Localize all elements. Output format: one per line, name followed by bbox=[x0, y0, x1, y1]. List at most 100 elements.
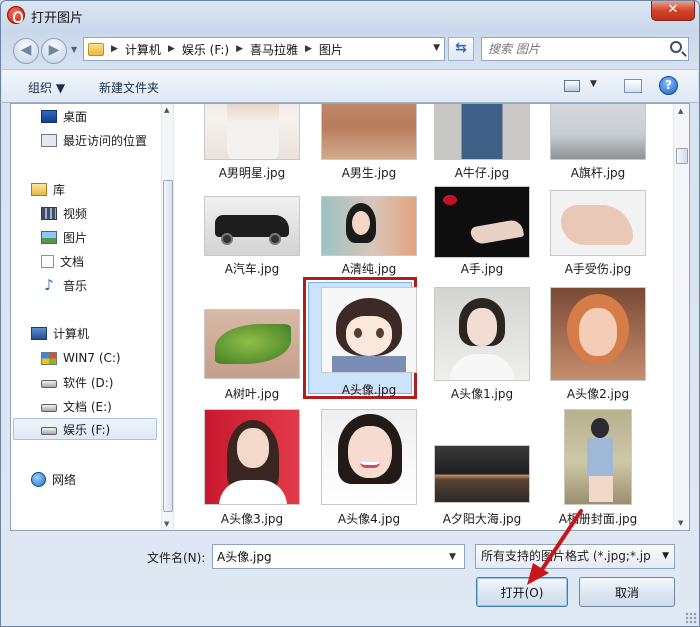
preview-pane-icon[interactable] bbox=[624, 79, 642, 93]
cancel-button[interactable]: 取消 bbox=[579, 577, 675, 607]
help-icon[interactable]: ? bbox=[659, 76, 678, 95]
image-thumbnail bbox=[564, 409, 632, 505]
close-button[interactable]: ✕ bbox=[651, 1, 695, 21]
organize-menu[interactable]: 组织 ▼ bbox=[28, 79, 65, 96]
scroll-down-icon[interactable]: ▼ bbox=[164, 520, 169, 528]
file-name: A牛仔.jpg bbox=[454, 166, 510, 180]
image-thumbnail bbox=[204, 409, 300, 505]
file-name: A清纯.jpg bbox=[341, 262, 397, 276]
desktop-icon bbox=[41, 109, 57, 123]
image-thumbnail bbox=[434, 287, 530, 381]
breadcrumb-himalaya[interactable]: 喜马拉雅 bbox=[250, 41, 298, 58]
nav-item-label: 娱乐 (F:) bbox=[63, 422, 111, 437]
nav-item-label: 图片 bbox=[63, 230, 88, 245]
chevron-right-icon[interactable]: ▶ bbox=[168, 44, 175, 54]
scroll-up-icon[interactable]: ▲ bbox=[164, 106, 169, 114]
command-toolbar: 组织 ▼ 新建文件夹 ▼ ? bbox=[2, 69, 698, 103]
title-bar[interactable]: 打开图片 ✕ bbox=[1, 1, 699, 31]
search-box[interactable] bbox=[481, 37, 689, 61]
drive-icon bbox=[41, 380, 57, 388]
file-name: A头像4.jpg bbox=[337, 512, 401, 526]
scrollbar-thumb[interactable] bbox=[163, 180, 173, 512]
chevron-right-icon[interactable]: ▶ bbox=[305, 44, 312, 54]
nav-item-label: 桌面 bbox=[63, 109, 88, 124]
navigation-scrollbar[interactable]: ▲ ▼ bbox=[161, 104, 173, 530]
file-name: A头像3.jpg bbox=[220, 512, 284, 526]
pictures-icon bbox=[41, 230, 57, 244]
breadcrumb-pictures[interactable]: 图片 bbox=[319, 41, 343, 58]
image-thumbnail bbox=[321, 287, 417, 373]
nav-item-music[interactable]: ♪ 音乐 bbox=[41, 274, 87, 296]
app-logo-icon bbox=[7, 6, 25, 24]
scroll-up-icon[interactable]: ▲ bbox=[678, 107, 683, 115]
resize-grip-icon[interactable] bbox=[685, 612, 697, 624]
documents-icon bbox=[41, 254, 54, 268]
refresh-icon: ⇆ bbox=[455, 40, 467, 56]
nav-item-computer[interactable]: 计算机 bbox=[31, 322, 89, 344]
file-name: A汽车.jpg bbox=[224, 262, 280, 276]
file-name: A树叶.jpg bbox=[224, 387, 280, 401]
nav-item-recent-places[interactable]: 最近访问的位置 bbox=[41, 129, 147, 151]
nav-item-desktop[interactable]: 桌面 bbox=[41, 105, 87, 127]
nav-item-label: WIN7 (C:) bbox=[63, 351, 121, 365]
breadcrumb-computer[interactable]: 计算机 bbox=[125, 41, 161, 58]
chevron-right-icon[interactable]: ▶ bbox=[236, 44, 243, 54]
file-name: A男生.jpg bbox=[341, 166, 397, 180]
file-list-scrollbar[interactable]: ▲ ▼ bbox=[673, 104, 689, 530]
file-name: A头像.jpg bbox=[341, 383, 397, 397]
nav-item-libraries[interactable]: 库 bbox=[31, 178, 65, 200]
image-thumbnail bbox=[434, 186, 530, 258]
forward-arrow-icon: ▶ bbox=[48, 42, 60, 58]
nav-item-videos[interactable]: 视频 bbox=[41, 202, 87, 224]
nav-item-drive-e[interactable]: 文档 (E:) bbox=[41, 395, 112, 417]
back-button[interactable]: ◀ bbox=[13, 38, 39, 64]
nav-item-drive-c[interactable]: WIN7 (C:) bbox=[41, 347, 121, 369]
change-view-icon[interactable] bbox=[564, 80, 580, 92]
image-thumbnail bbox=[321, 409, 417, 505]
file-name: A夕阳大海.jpg bbox=[442, 512, 522, 526]
image-thumbnail bbox=[434, 445, 530, 503]
file-name: A男明星.jpg bbox=[218, 166, 286, 180]
nav-item-drive-d[interactable]: 软件 (D:) bbox=[41, 371, 113, 393]
search-icon[interactable] bbox=[670, 41, 682, 53]
file-name: A相册封面.jpg bbox=[558, 512, 638, 526]
nav-item-drive-f[interactable]: 娱乐 (F:) bbox=[13, 418, 157, 440]
nav-item-label: 文档 bbox=[60, 254, 85, 269]
breadcrumb-drive-f[interactable]: 娱乐 (F:) bbox=[182, 41, 229, 58]
file-name: A手受伤.jpg bbox=[564, 262, 632, 276]
chevron-down-icon[interactable]: ▼ bbox=[662, 545, 669, 568]
forward-button[interactable]: ▶ bbox=[41, 38, 67, 64]
drive-icon bbox=[41, 427, 57, 435]
scrollbar-thumb[interactable] bbox=[676, 148, 688, 164]
recent-locations-dropdown-icon[interactable]: ▼ bbox=[71, 45, 77, 54]
address-dropdown-icon[interactable]: ▼ bbox=[433, 43, 440, 53]
navigation-pane: 桌面 最近访问的位置 库 视频 图片 文档 ♪ 音乐 计算机 WIN7 (C:)… bbox=[11, 104, 174, 530]
windows-drive-icon bbox=[41, 351, 57, 365]
file-type-select[interactable]: 所有支持的图片格式 (*.jpg;*.jp ▼ bbox=[475, 544, 675, 569]
nav-item-label: 计算机 bbox=[53, 326, 90, 341]
nav-item-label: 视频 bbox=[63, 206, 88, 221]
scroll-down-icon[interactable]: ▼ bbox=[678, 519, 683, 527]
image-thumbnail bbox=[204, 196, 300, 256]
open-button[interactable]: 打开(O) bbox=[476, 577, 568, 607]
nav-item-label: 网络 bbox=[52, 472, 77, 487]
folder-icon bbox=[88, 42, 104, 56]
file-name: A旗杆.jpg bbox=[570, 166, 626, 180]
address-bar[interactable]: ▶ 计算机 ▶ 娱乐 (F:) ▶ 喜马拉雅 ▶ 图片 ▼ bbox=[83, 37, 445, 61]
image-thumbnail bbox=[321, 104, 417, 160]
nav-item-documents[interactable]: 文档 bbox=[41, 250, 84, 272]
file-list: A男明星.jpg A男生.jpg A牛仔.jpg A旗杆.jpg A汽车.jpg… bbox=[176, 104, 674, 530]
new-folder-button[interactable]: 新建文件夹 bbox=[99, 79, 159, 96]
library-icon bbox=[31, 182, 47, 196]
chevron-right-icon[interactable]: ▶ bbox=[111, 44, 118, 54]
nav-item-network[interactable]: 网络 bbox=[31, 468, 76, 490]
filename-input[interactable] bbox=[212, 544, 465, 569]
back-arrow-icon: ◀ bbox=[20, 42, 32, 58]
image-thumbnail bbox=[204, 104, 300, 160]
refresh-button[interactable]: ⇆ bbox=[448, 37, 474, 61]
search-input[interactable] bbox=[482, 38, 662, 60]
view-options-dropdown-icon[interactable]: ▼ bbox=[590, 79, 597, 89]
filename-dropdown-icon[interactable]: ▼ bbox=[449, 552, 456, 562]
image-thumbnail bbox=[321, 196, 417, 256]
nav-item-pictures[interactable]: 图片 bbox=[41, 226, 87, 248]
